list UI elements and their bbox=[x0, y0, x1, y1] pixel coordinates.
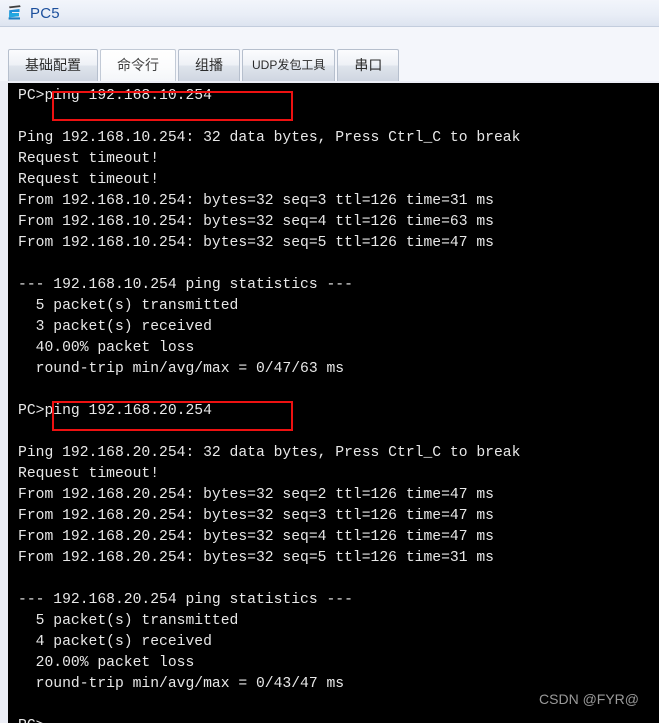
terminal-line: From 192.168.20.254: bytes=32 seq=5 ttl=… bbox=[18, 550, 494, 566]
terminal-line: Request timeout! bbox=[18, 151, 160, 167]
terminal-line: Request timeout! bbox=[18, 172, 160, 188]
tab-command-line[interactable]: 命令行 bbox=[100, 49, 176, 81]
terminal-line: From 192.168.20.254: bytes=32 seq=4 ttl=… bbox=[18, 529, 494, 545]
tab-list: 基础配置 命令行 组播 UDP发包工具 串口 bbox=[8, 47, 401, 81]
terminal-output[interactable]: PC>ping 192.168.10.254 Ping 192.168.10.2… bbox=[8, 83, 659, 723]
terminal-line: From 192.168.20.254: bytes=32 seq=2 ttl=… bbox=[18, 487, 494, 503]
terminal-line: 4 packet(s) received bbox=[18, 634, 212, 650]
terminal-line: Request timeout! bbox=[18, 466, 160, 482]
terminal-line: 5 packet(s) transmitted bbox=[18, 298, 239, 314]
tab-serial-port[interactable]: 串口 bbox=[337, 49, 400, 81]
terminal-line: PC>ping 192.168.20.254 bbox=[18, 403, 212, 419]
terminal-line: From 192.168.10.254: bytes=32 seq=4 ttl=… bbox=[18, 214, 494, 230]
window-titlebar: PC5 bbox=[0, 0, 659, 27]
pc-terminal-icon bbox=[6, 3, 26, 23]
terminal-line: 5 packet(s) transmitted bbox=[18, 613, 239, 629]
terminal-line: PC>ping 192.168.10.254 bbox=[18, 88, 212, 104]
terminal-line: 40.00% packet loss bbox=[18, 340, 195, 356]
watermark-label: CSDN @FYR@ bbox=[539, 691, 639, 707]
tab-basic-config[interactable]: 基础配置 bbox=[8, 49, 98, 81]
terminal-line: PC> bbox=[18, 716, 659, 723]
terminal-line: --- 192.168.10.254 ping statistics --- bbox=[18, 277, 353, 293]
terminal-line: From 192.168.20.254: bytes=32 seq=3 ttl=… bbox=[18, 508, 494, 524]
terminal-line: 20.00% packet loss bbox=[18, 655, 195, 671]
command-line-panel: PC>ping 192.168.10.254 Ping 192.168.10.2… bbox=[0, 81, 659, 723]
terminal-line: 3 packet(s) received bbox=[18, 319, 212, 335]
terminal-line: Ping 192.168.10.254: 32 data bytes, Pres… bbox=[18, 130, 521, 146]
terminal-line: From 192.168.10.254: bytes=32 seq=5 ttl=… bbox=[18, 235, 494, 251]
terminal-line: --- 192.168.20.254 ping statistics --- bbox=[18, 592, 353, 608]
tab-udp-packet-tool[interactable]: UDP发包工具 bbox=[242, 49, 336, 81]
window-title: PC5 bbox=[30, 4, 60, 22]
terminal-line-list: PC>ping 192.168.10.254 Ping 192.168.10.2… bbox=[18, 86, 659, 723]
tab-multicast[interactable]: 组播 bbox=[178, 49, 240, 81]
tab-strip: 基础配置 命令行 组播 UDP发包工具 串口 bbox=[0, 27, 659, 81]
terminal-line: Ping 192.168.20.254: 32 data bytes, Pres… bbox=[18, 445, 521, 461]
terminal-line: round-trip min/avg/max = 0/47/63 ms bbox=[18, 361, 345, 377]
pc5-window: PC5 基础配置 命令行 组播 UDP发包工具 串口 PC>ping 192.1… bbox=[0, 0, 659, 723]
terminal-line: From 192.168.10.254: bytes=32 seq=3 ttl=… bbox=[18, 193, 494, 209]
